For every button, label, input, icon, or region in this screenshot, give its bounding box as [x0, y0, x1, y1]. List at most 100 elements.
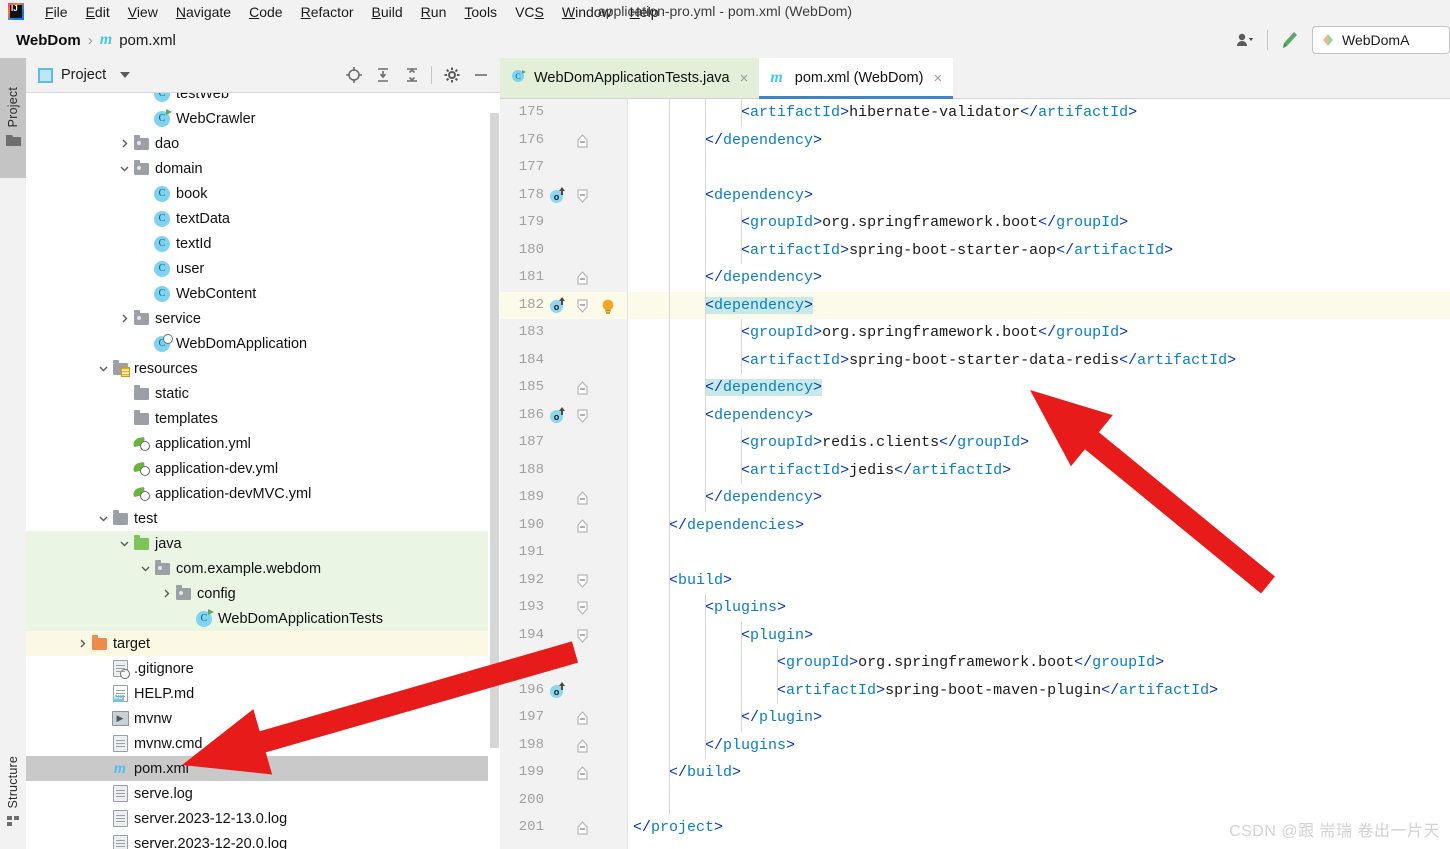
expand-all-icon[interactable]	[369, 62, 396, 88]
chevron-right-icon[interactable]	[116, 311, 132, 327]
code-line[interactable]: </dependency>	[628, 484, 1450, 512]
menu-item-navigate[interactable]: Navigate	[167, 2, 240, 22]
project-panel-title-group[interactable]: Project	[38, 67, 131, 83]
gutter-row[interactable]: 183	[500, 319, 628, 347]
menu-item-tools[interactable]: Tools	[455, 2, 506, 22]
tree-node[interactable]: ▶ mvnw	[26, 706, 500, 731]
menu-item-view[interactable]: View	[119, 2, 167, 22]
chevron-down-icon[interactable]	[120, 72, 131, 78]
code-line[interactable]: </build>	[628, 759, 1450, 787]
code-line[interactable]: <groupId>org.springframework.boot</group…	[628, 649, 1450, 677]
fold-end-icon[interactable]	[576, 491, 589, 505]
menu-item-vcs[interactable]: VCS	[506, 2, 553, 22]
fold-end-icon[interactable]	[576, 738, 589, 753]
tree-node[interactable]: application-devMVC.yml	[26, 481, 500, 506]
tree-node[interactable]: C WebContent	[26, 281, 500, 306]
code-editor[interactable]: 175 176 177 178 o 179 180 181 182 o 183 184 185 186 o 1…	[500, 99, 1450, 849]
chevron-right-icon[interactable]	[74, 636, 90, 652]
fold-end-icon[interactable]	[576, 711, 589, 725]
tree-node[interactable]: domain	[26, 156, 500, 181]
fold-start-icon[interactable]	[576, 628, 589, 643]
gutter-row[interactable]: 181	[500, 264, 628, 292]
code-line[interactable]: </plugins>	[628, 731, 1450, 759]
tree-node[interactable]: test	[26, 506, 500, 531]
collapse-all-icon[interactable]	[398, 62, 425, 88]
tree-node[interactable]: mvnw.cmd	[26, 731, 500, 756]
tree-node[interactable]: dao	[26, 131, 500, 156]
gutter-row[interactable]: 191	[500, 539, 628, 567]
gutter-row[interactable]: 201	[500, 814, 628, 842]
gear-icon[interactable]	[438, 62, 465, 88]
gutter-row[interactable]: 177	[500, 154, 628, 182]
menu-item-edit[interactable]: Edit	[77, 2, 119, 22]
hammer-build-icon[interactable]	[1272, 27, 1306, 53]
code-line[interactable]: </dependency>	[628, 126, 1450, 154]
code-line[interactable]: <dependency>	[628, 401, 1450, 429]
stripe-button-structure[interactable]: Structure	[0, 738, 26, 849]
code-line[interactable]: <dependency>	[628, 291, 1450, 319]
tree-node[interactable]: java	[26, 531, 500, 556]
tree-node[interactable]: resources	[26, 356, 500, 381]
fold-end-icon[interactable]	[576, 766, 589, 780]
gutter-row[interactable]: 175	[500, 99, 628, 127]
breadcrumb-project[interactable]: WebDom	[16, 32, 81, 49]
code-line[interactable]: <groupId>org.springframework.boot</group…	[628, 209, 1450, 237]
gutter-row[interactable]: 196 o	[500, 677, 628, 705]
fold-end-icon[interactable]	[576, 518, 589, 533]
gutter-row[interactable]: 193	[500, 594, 628, 622]
fold-start-icon[interactable]	[576, 573, 589, 588]
tree-node[interactable]: service	[26, 306, 500, 331]
lightbulb-intention-icon[interactable]	[600, 298, 616, 315]
gutter-row[interactable]: 197	[500, 704, 628, 732]
tree-node[interactable]: target	[26, 631, 500, 656]
spring-bean-icon[interactable]: o	[548, 296, 567, 315]
gutter-row[interactable]: 194	[500, 622, 628, 650]
tree-node[interactable]: templates	[26, 406, 500, 431]
tree-node[interactable]: m pom.xml	[26, 756, 500, 781]
gutter-row[interactable]: 182 o	[500, 291, 628, 319]
spring-bean-icon[interactable]: o	[548, 186, 567, 205]
gutter-row[interactable]: 190	[500, 512, 628, 540]
close-icon[interactable]: ×	[933, 70, 942, 87]
menu-item-help[interactable]: Help	[621, 2, 668, 22]
tree-node[interactable]: Cbook	[26, 181, 500, 206]
fold-start-icon[interactable]	[576, 408, 589, 423]
tree-node[interactable]: .gitignore	[26, 656, 500, 681]
project-tree[interactable]: CtestWeb C WebCrawler dao domain Cbook CtextDa…	[26, 93, 500, 849]
code-line[interactable]	[628, 154, 1450, 182]
menu-item-window[interactable]: Window	[553, 2, 621, 22]
code-line[interactable]: </dependency>	[628, 374, 1450, 402]
run-configuration-selector[interactable]: WebDomA	[1312, 26, 1450, 54]
gutter-row[interactable]: 200	[500, 787, 628, 815]
code-line[interactable]: <plugin>	[628, 621, 1450, 649]
code-line[interactable]: </plugin>	[628, 704, 1450, 732]
spring-bean-icon[interactable]: o	[548, 406, 567, 425]
fold-start-icon[interactable]	[576, 188, 589, 203]
close-icon[interactable]: ×	[740, 70, 749, 87]
gutter-row[interactable]: 186 o	[500, 402, 628, 430]
editor-tab-webdomapplicationtests[interactable]: C WebDomApplicationTests.java ×	[500, 58, 760, 98]
code-line[interactable]: </dependencies>	[628, 511, 1450, 539]
tree-node[interactable]: C WebDomApplicationTests	[26, 606, 500, 631]
tree-node[interactable]: application-dev.yml	[26, 456, 500, 481]
gutter-row[interactable]: 176	[500, 127, 628, 155]
fold-start-icon[interactable]	[576, 601, 589, 615]
code-line[interactable]: <artifactId>spring-boot-starter-aop</art…	[628, 236, 1450, 264]
code-line[interactable]: <groupId>redis.clients</groupId>	[628, 429, 1450, 457]
fold-start-icon[interactable]	[576, 298, 589, 313]
code-line[interactable]: <artifactId>spring-boot-maven-plugin</ar…	[628, 676, 1450, 704]
tree-node[interactable]: server.2023-12-20.0.log	[26, 831, 500, 849]
chevron-right-icon[interactable]	[158, 586, 174, 602]
chevron-down-icon[interactable]	[116, 536, 132, 552]
tree-node[interactable]: Cuser	[26, 256, 500, 281]
chevron-right-icon[interactable]	[116, 136, 132, 152]
code-line[interactable]: <artifactId>spring-boot-starter-data-red…	[628, 346, 1450, 374]
tree-node[interactable]: com.example.webdom	[26, 556, 500, 581]
menu-item-run[interactable]: Run	[412, 2, 456, 22]
editor-gutter[interactable]: 175 176 177 178 o 179 180 181 182 o 183 184 185 186 o 1…	[500, 99, 628, 849]
spring-bean-icon[interactable]: o	[548, 681, 567, 700]
project-tree-scroll-thumb[interactable]	[490, 113, 499, 748]
tree-node[interactable]: server.2023-12-13.0.log	[26, 806, 500, 831]
fold-end-icon[interactable]	[576, 381, 589, 395]
menu-item-file[interactable]: File	[36, 2, 77, 22]
